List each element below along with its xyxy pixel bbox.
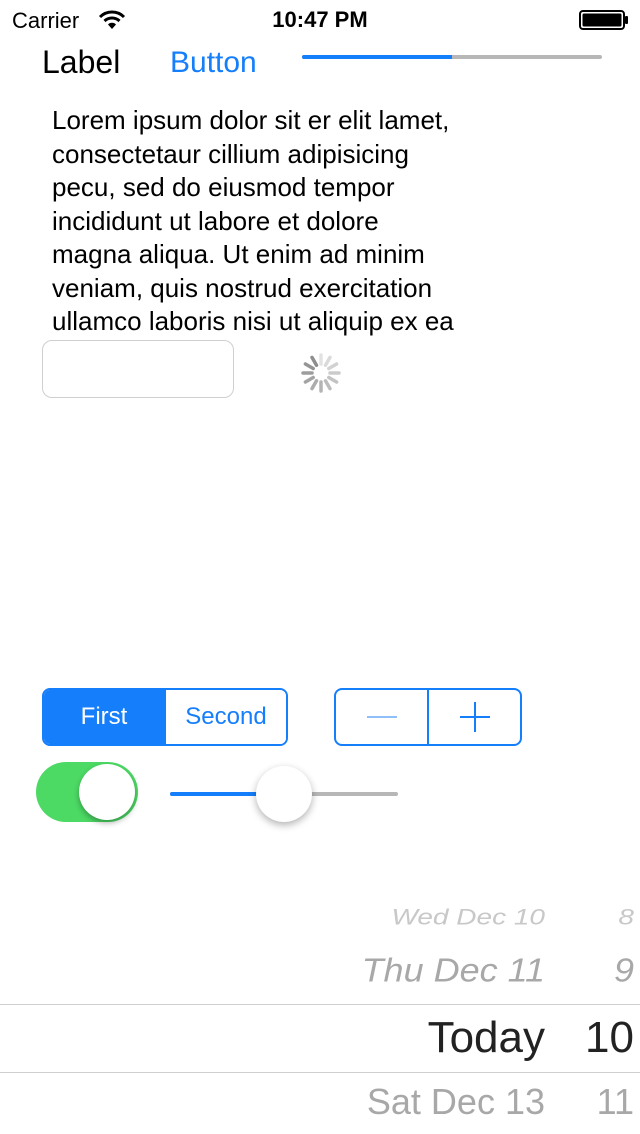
minus-icon — [367, 716, 397, 718]
activity-indicator-icon — [301, 353, 341, 393]
battery-icon — [579, 10, 628, 30]
picker-hour: 9 — [613, 951, 634, 989]
text-view-line: magna aliqua. Ut enim ad minim — [52, 239, 425, 269]
picker-selection-divider — [0, 1072, 640, 1073]
picker-hour: 10 — [585, 1013, 634, 1062]
stepper — [334, 688, 522, 746]
progress-bar — [302, 55, 602, 59]
picker-date: Sat Dec 13 — [366, 1081, 545, 1122]
segmented-control: First Second — [42, 688, 288, 746]
stepper-decrement-button[interactable] — [336, 690, 427, 744]
text-view-line: veniam, quis nostrud exercitation — [52, 272, 433, 303]
toggle-switch[interactable] — [36, 762, 138, 822]
status-time: 10:47 PM — [272, 7, 368, 32]
text-view-line: consectetaur cillium adipisicing — [52, 138, 409, 169]
text-view-line: pecu, sed do eiusmod tempor — [52, 172, 395, 202]
picker-selection-divider — [0, 1004, 640, 1005]
switch-knob — [79, 764, 135, 820]
title-label: Label — [42, 44, 121, 80]
picker-date: Thu Dec 11 — [361, 951, 545, 989]
action-button[interactable]: Button — [170, 44, 257, 82]
picker-hour: 11 — [596, 1081, 634, 1122]
picker-date: Wed Dec 10 — [391, 905, 545, 930]
text-field[interactable] — [42, 340, 234, 398]
picker-hour: 8 — [618, 905, 634, 930]
text-view-line: incididunt ut labore et dolore — [52, 205, 379, 236]
stepper-increment-button[interactable] — [427, 690, 520, 744]
progress-fill — [302, 55, 452, 59]
segment-first[interactable]: First — [44, 690, 164, 744]
segment-second[interactable]: Second — [164, 690, 286, 744]
text-view-line: Lorem ipsum dolor sit er elit lamet, — [52, 105, 450, 135]
text-view[interactable]: Lorem ipsum dolor sit er elit lamet, cons… — [52, 104, 522, 339]
date-picker[interactable]: Wed Dec 10 8 Thu Dec 11 9 Today 10 Sat D… — [0, 895, 640, 1134]
text-view-line: ullamco laboris nisi ut aliquip ex ea — [52, 306, 454, 336]
slider-thumb[interactable] — [256, 766, 312, 822]
picker-date: Today — [427, 1013, 545, 1062]
